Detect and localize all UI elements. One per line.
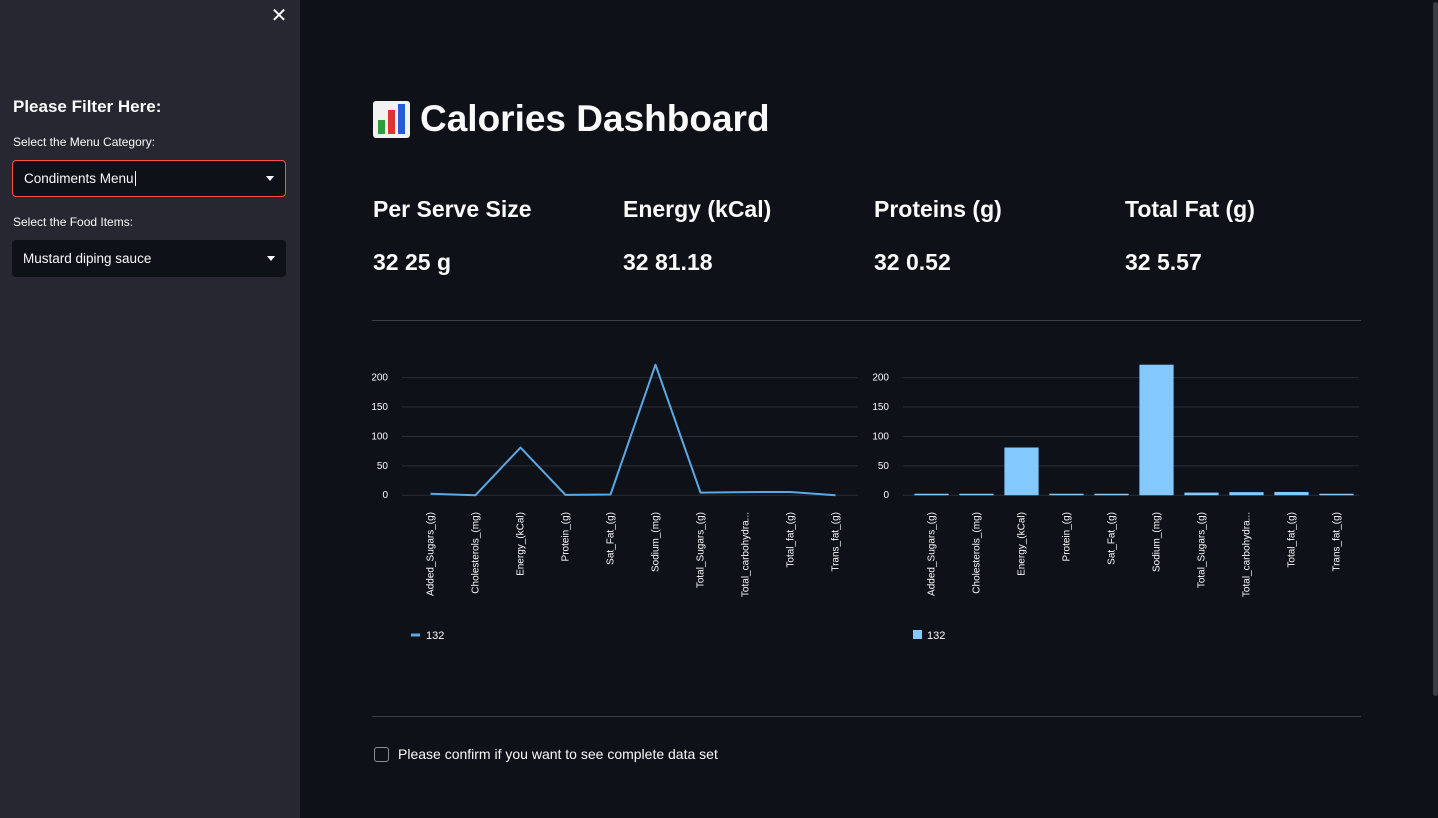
x-tick-label: Total_fat_(g) (1287, 512, 1298, 568)
x-tick-label: Total_carbohydra... (1242, 512, 1253, 597)
y-tick-label: 200 (873, 373, 889, 384)
metric-label: Per Serve Size (373, 196, 532, 222)
x-tick-label: Total_Sugars_(g) (696, 512, 707, 588)
sidebar-title: Please Filter Here: (13, 97, 162, 116)
checkbox-label: Please confirm if you want to see comple… (398, 746, 718, 762)
x-tick-label: Total_carbohydra... (741, 512, 752, 597)
metric-value: 32 5.57 (1125, 249, 1202, 275)
x-tick-label: Sodium_(mg) (1152, 512, 1163, 572)
y-tick-label: 150 (873, 402, 889, 413)
y-tick-label: 200 (372, 373, 388, 384)
divider (372, 716, 1361, 717)
metric-proteins: Proteins (g) 32 0.52 (874, 196, 1114, 276)
chevron-down-icon (267, 256, 275, 261)
bar (1229, 492, 1264, 496)
y-tick-label: 100 (372, 431, 388, 442)
legend-label: 132 (927, 630, 945, 642)
food-items-label: Select the Food Items: (13, 215, 134, 229)
close-icon[interactable]: ✕ (268, 5, 290, 27)
x-tick-label: Added_Sugars_(g) (927, 512, 938, 596)
metric-value: 32 25 g (373, 249, 451, 275)
y-tick-label: 50 (377, 461, 389, 472)
x-tick-label: Energy_(kCal) (516, 512, 527, 576)
page-title-text: Calories Dashboard (420, 98, 770, 139)
bar (1049, 493, 1084, 496)
bar (1274, 491, 1309, 496)
series-line (430, 363, 836, 497)
bar-chart[interactable]: 0 50 100 150 200 Added_Sugars_(g) Cholesterols… (872, 350, 1361, 660)
x-tick-label: Sat_Fat_(g) (606, 512, 617, 565)
x-tick-label: Energy_(kCal) (1017, 512, 1028, 576)
food-items-select[interactable]: Mustard diping sauce (12, 240, 286, 277)
y-tick-label: 100 (873, 431, 889, 442)
complete-data-checkbox[interactable] (374, 746, 389, 762)
metric-label: Energy (kCal) (623, 196, 772, 222)
line-chart[interactable]: 0 50 100 150 200 Added_Sugars_(g) Cholesterols… (371, 350, 860, 660)
line-chart-svg: 0 50 100 150 200 Added_Sugars_(g) Cholesterols… (371, 363, 858, 642)
y-tick-label: 0 (382, 490, 388, 501)
category-label: Select the Menu Category: (13, 135, 156, 149)
x-tick-label: Total_fat_(g) (786, 512, 797, 568)
metric-serve-size: Per Serve Size 32 25 g (373, 196, 613, 276)
bar (1094, 493, 1129, 496)
y-tick-label: 150 (372, 402, 388, 413)
menu-category-select[interactable]: Condiments Menu (12, 160, 286, 197)
bar (959, 493, 994, 496)
x-tick-label: Sodium_(mg) (651, 512, 662, 572)
x-tick-label: Sat_Fat_(g) (1107, 512, 1118, 565)
metric-label: Total Fat (g) (1125, 196, 1255, 222)
bar-chart-svg: 0 50 100 150 200 Added_Sugars_(g) Cholesterols… (872, 364, 1359, 642)
x-tick-label: Trans_fat_(g) (831, 512, 842, 572)
x-tick-label: Added_Sugars_(g) (426, 512, 437, 596)
divider (372, 320, 1361, 321)
bar-chart-emoji-icon (373, 100, 410, 138)
bar (1184, 492, 1219, 496)
bar (914, 493, 949, 496)
bar (1139, 364, 1174, 496)
food-items-value: Mustard diping sauce (23, 251, 152, 266)
complete-data-checkbox-row[interactable]: Please confirm if you want to see comple… (374, 746, 718, 762)
chevron-down-icon (266, 176, 274, 181)
x-tick-label: Trans_fat_(g) (1332, 512, 1343, 572)
y-tick-label: 0 (883, 490, 889, 501)
bar (1004, 447, 1039, 496)
sidebar: ✕ Please Filter Here: Select the Menu Ca… (0, 0, 300, 818)
x-tick-label: Cholesterols_(mg) (972, 512, 983, 594)
page-title: Calories Dashboard (373, 98, 770, 140)
metric-label: Proteins (g) (874, 196, 1002, 222)
x-tick-label: Protein_(g) (561, 512, 572, 561)
legend-swatch (913, 630, 922, 639)
metric-total-fat: Total Fat (g) 32 5.57 (1125, 196, 1365, 276)
y-tick-label: 50 (878, 461, 890, 472)
x-tick-label: Cholesterols_(mg) (471, 512, 482, 594)
metric-energy: Energy (kCal) 32 81.18 (623, 196, 863, 276)
x-tick-label: Protein_(g) (1062, 512, 1073, 561)
x-tick-label: Total_Sugars_(g) (1197, 512, 1208, 588)
metric-value: 32 0.52 (874, 249, 951, 275)
scrollbar[interactable] (1433, 2, 1438, 696)
metric-value: 32 81.18 (623, 249, 713, 275)
bar (1319, 493, 1354, 496)
legend-label: 132 (426, 630, 444, 642)
menu-category-value: Condiments Menu (24, 170, 136, 187)
